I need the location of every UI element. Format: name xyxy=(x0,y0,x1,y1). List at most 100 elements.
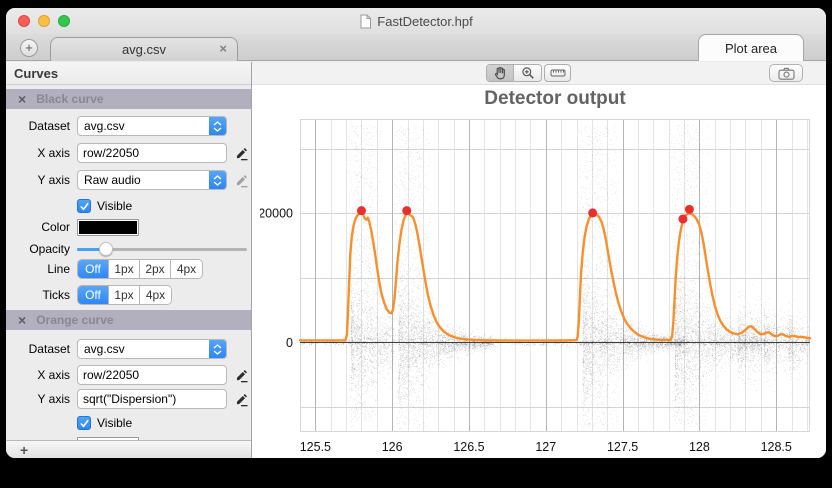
edit-pencil-icon[interactable] xyxy=(234,392,249,407)
peak-marker[interactable] xyxy=(357,206,366,215)
window-title-area: FastDetector.hpf xyxy=(6,8,826,34)
zoom-in-tool-icon[interactable] xyxy=(514,65,541,81)
hand-tool-icon[interactable] xyxy=(487,65,514,81)
dataset-select[interactable]: avg.csv xyxy=(77,339,227,359)
traffic-lights xyxy=(18,15,70,27)
dataset-row: Dataset avg.csv xyxy=(6,338,251,360)
curves-sidebar: Curves × Black curve Dataset avg.csv xyxy=(6,62,252,458)
camera-icon xyxy=(778,67,795,80)
visible-checkbox[interactable] xyxy=(77,416,91,430)
ticks-row: Ticks Off1px4px xyxy=(6,284,251,306)
add-document-tab-button[interactable]: + xyxy=(20,39,38,57)
opacity-row: Opacity xyxy=(6,238,251,260)
close-window-button[interactable] xyxy=(18,15,30,27)
y-axis-select[interactable]: Raw audio xyxy=(77,170,227,190)
document-tab-bar: + avg.csv × Plot area xyxy=(6,34,826,61)
window-title: FastDetector.hpf xyxy=(377,14,472,29)
edit-pencil-icon[interactable] xyxy=(234,146,249,161)
plot-grid: 200000125.5126126.5127127.5128128.5 xyxy=(260,111,826,458)
chart-title: Detector output xyxy=(300,88,810,110)
select-stepper-icon xyxy=(209,171,226,189)
dataset-label: Dataset xyxy=(6,119,70,133)
y-axis-row: Y axis Raw audio xyxy=(6,169,251,191)
visible-checkbox[interactable] xyxy=(77,199,91,213)
x-tick-label: 126.5 xyxy=(453,440,484,454)
ruler-tool-icon[interactable] xyxy=(544,64,571,82)
section-title: Orange curve xyxy=(36,313,113,327)
tab-label: avg.csv xyxy=(122,42,166,57)
visible-row: Visible xyxy=(6,412,251,434)
dataset-value: avg.csv xyxy=(78,119,125,133)
line-width-segmented: Off1px2px4px xyxy=(77,259,203,279)
curve-layer: 200000125.5126126.5127127.5128128.5 xyxy=(260,111,826,458)
tool-segmented-control xyxy=(486,64,542,82)
dataset-select[interactable]: avg.csv xyxy=(77,116,227,136)
snapshot-button[interactable] xyxy=(769,64,803,82)
edit-pencil-icon-disabled[interactable] xyxy=(234,173,249,188)
section-header-black-curve: × Black curve xyxy=(6,89,251,109)
x-tick-label: 128.5 xyxy=(761,440,792,454)
peak-marker[interactable] xyxy=(685,205,694,214)
segment-1px[interactable]: 1px xyxy=(109,260,140,278)
sidebar-title: Curves xyxy=(14,66,58,81)
select-stepper-icon xyxy=(209,117,226,135)
y-axis-row: Y axis xyxy=(6,388,251,410)
y-tick-label: 20000 xyxy=(260,207,293,221)
color-swatch[interactable] xyxy=(77,219,139,236)
peak-marker[interactable] xyxy=(678,215,687,224)
orange-curve-line xyxy=(300,213,810,340)
x-axis-input[interactable] xyxy=(77,143,227,163)
line-row: Line Off1px2px4px xyxy=(6,258,251,280)
line-label: Line xyxy=(6,262,70,276)
tab-avg-csv[interactable]: avg.csv × xyxy=(50,37,238,61)
x-axis-row: X axis xyxy=(6,364,251,386)
x-tick-label: 127.5 xyxy=(607,440,638,454)
segment-off[interactable]: Off xyxy=(78,286,109,304)
y-axis-input[interactable] xyxy=(77,389,227,409)
peak-marker[interactable] xyxy=(588,208,597,217)
segment-4px[interactable]: 4px xyxy=(140,286,171,304)
color-label: Color xyxy=(6,220,70,234)
peak-marker[interactable] xyxy=(402,206,411,215)
x-axis-label: X axis xyxy=(6,368,70,382)
visible-label: Visible xyxy=(97,199,132,213)
app-window: FastDetector.hpf + avg.csv × Plot area C… xyxy=(6,8,826,458)
remove-black-curve-icon[interactable]: × xyxy=(18,92,26,106)
x-tick-label: 127 xyxy=(535,440,556,454)
sidebar-header: Curves xyxy=(6,62,251,85)
color-row: Color xyxy=(6,216,251,238)
sidebar-bottom-bar: + xyxy=(6,440,251,458)
segment-2px[interactable]: 2px xyxy=(140,260,171,278)
segment-1px[interactable]: 1px xyxy=(109,286,140,304)
x-tick-label: 126 xyxy=(382,440,403,454)
ticks-label: Ticks xyxy=(6,288,70,302)
edit-pencil-icon[interactable] xyxy=(234,368,249,383)
opacity-label: Opacity xyxy=(6,242,70,256)
visible-label: Visible xyxy=(97,416,132,430)
curves-panel: × Black curve Dataset avg.csv X axis xyxy=(6,85,251,440)
y-axis-value: Raw audio xyxy=(78,173,141,187)
segment-off[interactable]: Off xyxy=(78,260,109,278)
content-area: Curves × Black curve Dataset avg.csv xyxy=(6,62,826,458)
opacity-slider[interactable] xyxy=(77,242,247,256)
dataset-label: Dataset xyxy=(6,342,70,356)
section-title: Black curve xyxy=(36,92,103,106)
x-axis-input[interactable] xyxy=(77,365,227,385)
x-axis-label: X axis xyxy=(6,146,70,160)
minimize-window-button[interactable] xyxy=(38,15,50,27)
dataset-value: avg.csv xyxy=(78,342,125,356)
segment-4px[interactable]: 4px xyxy=(171,260,202,278)
add-curve-button[interactable]: + xyxy=(20,443,28,457)
title-bar[interactable]: FastDetector.hpf xyxy=(6,8,826,34)
close-tab-icon[interactable]: × xyxy=(219,41,227,56)
dataset-row: Dataset avg.csv xyxy=(6,115,251,137)
plot-toolbar xyxy=(252,62,826,85)
slider-knob[interactable] xyxy=(99,242,113,256)
y-tick-label: 0 xyxy=(286,336,293,350)
visible-row: Visible xyxy=(6,195,251,217)
x-tick-label: 128 xyxy=(689,440,710,454)
tab-plot-area[interactable]: Plot area xyxy=(698,34,804,61)
zoom-window-button[interactable] xyxy=(58,15,70,27)
remove-orange-curve-icon[interactable]: × xyxy=(18,313,26,327)
plot-panel: Detector output 200000125.5126126.512712… xyxy=(252,85,826,458)
